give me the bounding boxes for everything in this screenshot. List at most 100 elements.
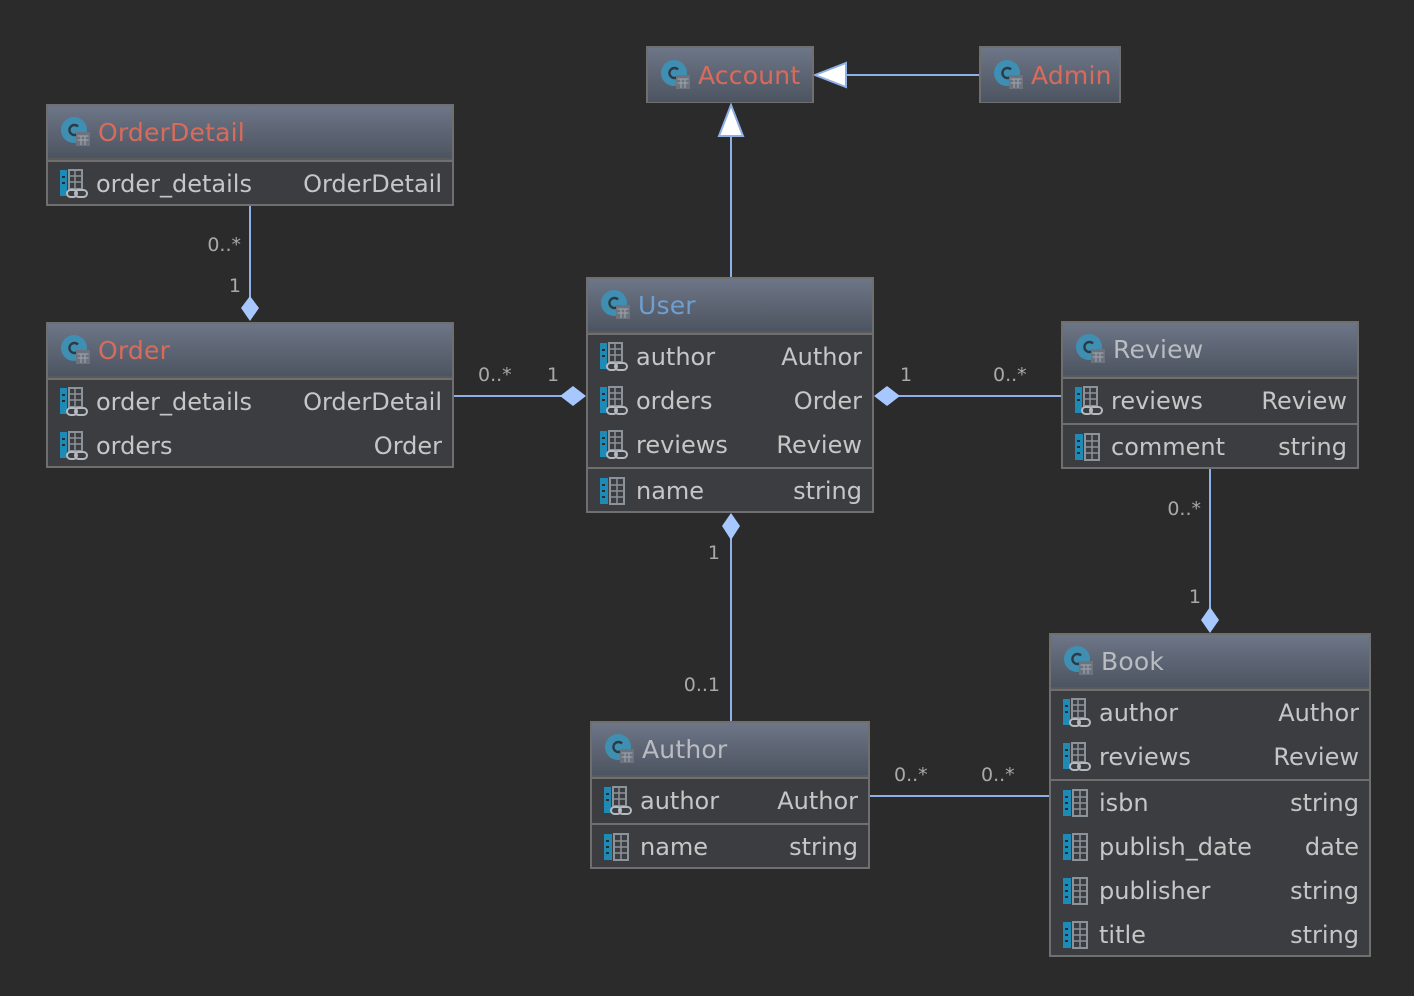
field-section: name string [588,467,872,513]
composition-diamond-icon [722,513,740,540]
entity-book[interactable]: Book author Author reviews Review isbn s… [1049,633,1371,957]
multiplicity-label: 1 [229,275,241,297]
field-type: Author [781,343,862,371]
field-row[interactable]: author Author [592,779,868,823]
field-name: name [640,833,709,861]
field-type: OrderDetail [303,388,442,416]
field-type: string [1290,877,1359,905]
multiplicity-label: 1 [900,364,912,386]
relation-field-icon [598,429,630,461]
multiplicity-label: 0..* [993,364,1027,386]
class-icon [1063,645,1095,677]
entity-header: Account [648,48,812,102]
edge-order-user[interactable]: 0..* 1 [454,364,586,406]
class-icon [600,289,632,321]
entity-header: Book [1051,635,1369,689]
relation-field-icon [598,385,630,417]
multiplicity-label: 0..* [1167,498,1201,520]
entity-orderdetail[interactable]: OrderDetail order_details OrderDetail [46,104,454,206]
entity-title: Review [1113,334,1204,364]
edge-author-book[interactable]: 0..* 0..* [870,764,1049,797]
field-row[interactable]: reviews Review [588,423,872,467]
field-type: Review [776,431,862,459]
field-name: author [1099,699,1179,727]
field-row[interactable]: publish_date date [1051,825,1369,869]
class-icon [60,116,92,148]
field-row[interactable]: author Author [588,335,872,379]
composition-diamond-icon [560,386,586,406]
column-field-icon [598,475,630,507]
multiplicity-label: 1 [1189,586,1201,608]
field-row[interactable]: name string [592,825,868,869]
multiplicity-label: 0..1 [684,674,720,696]
relation-field-icon [1061,697,1093,729]
field-name: orders [96,432,173,460]
field-name: publish_date [1099,833,1252,861]
multiplicity-label: 0..* [207,234,241,256]
entity-header: User [588,279,872,333]
entity-account[interactable]: Account [646,46,814,103]
inheritance-arrow-icon [812,61,847,89]
field-row[interactable]: reviews Review [1063,379,1357,423]
field-name: reviews [1111,387,1203,415]
entity-header: OrderDetail [48,106,452,160]
edge-review-user[interactable]: 1 0..* [874,364,1061,406]
field-name: order_details [96,388,252,416]
field-name: publisher [1099,877,1211,905]
class-icon [60,334,92,366]
relation-field-icon [1073,385,1105,417]
entity-admin[interactable]: Admin [979,46,1121,103]
field-section: name string [592,823,868,869]
edge-orderdetail-order[interactable]: 0..* 1 [207,206,259,321]
field-name: isbn [1099,789,1149,817]
entity-title: User [638,290,696,320]
field-name: title [1099,921,1146,949]
entity-title: Admin [1031,60,1112,90]
field-type: Review [1261,387,1347,415]
entity-title: Book [1101,646,1165,676]
field-row[interactable]: reviews Review [1051,735,1369,779]
field-row[interactable]: order_details OrderDetail [48,380,452,424]
entity-header: Order [48,324,452,378]
field-row[interactable]: order_details OrderDetail [48,162,452,206]
column-field-icon [1061,831,1093,863]
edge-author-user[interactable]: 1 0..1 [684,513,740,721]
entity-author[interactable]: Author author Author name string [590,721,870,869]
field-row[interactable]: title string [1051,913,1369,957]
entity-order[interactable]: Order order_details OrderDetail orders O… [46,322,454,468]
column-field-icon [1073,431,1105,463]
field-type: string [793,477,862,505]
field-row[interactable]: author Author [1051,691,1369,735]
field-type: Author [1278,699,1359,727]
entity-title: Order [98,335,171,365]
field-section: reviews Review [1063,377,1357,423]
field-name: comment [1111,433,1226,461]
field-name: author [640,787,720,815]
edge-review-book[interactable]: 0..* 1 [1167,468,1219,633]
multiplicity-label: 0..* [981,764,1015,786]
field-name: reviews [1099,743,1191,771]
field-section: comment string [1063,423,1357,469]
class-icon [604,733,636,765]
field-row[interactable]: isbn string [1051,781,1369,825]
edge-admin-account[interactable] [812,61,979,89]
field-type: string [1278,433,1347,461]
class-icon [660,59,692,91]
field-type: string [789,833,858,861]
column-field-icon [1061,787,1093,819]
field-row[interactable]: name string [588,469,872,513]
entity-review[interactable]: Review reviews Review comment string [1061,321,1359,469]
field-row[interactable]: orders Order [588,379,872,423]
relation-field-icon [1061,741,1093,773]
entity-title: Author [642,734,728,764]
field-row[interactable]: orders Order [48,424,452,468]
field-row[interactable]: publisher string [1051,869,1369,913]
entity-user[interactable]: User author Author orders Order reviews … [586,277,874,513]
field-section: order_details OrderDetail [48,160,452,206]
field-row[interactable]: comment string [1063,425,1357,469]
edge-user-account[interactable] [717,102,745,277]
relation-field-icon [58,386,90,418]
composition-diamond-icon [1201,607,1219,633]
relation-field-icon [58,168,90,200]
column-field-icon [1061,875,1093,907]
